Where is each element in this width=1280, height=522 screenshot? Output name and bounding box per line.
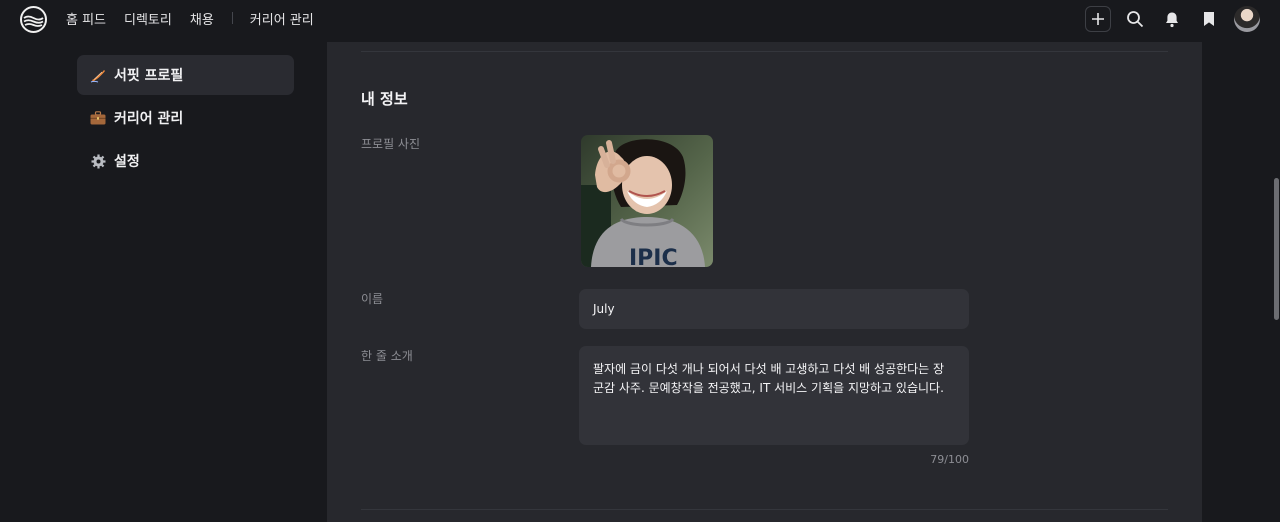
profile-photo[interactable]: IPIC xyxy=(581,135,713,267)
divider xyxy=(361,51,1168,52)
name-label: 이름 xyxy=(361,292,384,306)
divider xyxy=(361,509,1168,510)
search-icon[interactable] xyxy=(1122,6,1148,32)
logo-icon[interactable] xyxy=(20,6,47,33)
main-nav: 홈 피드 디렉토리 채용 커리어 관리 xyxy=(66,0,332,36)
bell-icon[interactable] xyxy=(1159,6,1185,32)
plus-icon[interactable] xyxy=(1085,6,1111,32)
sidebar-item-label: 서핏 프로필 xyxy=(114,68,184,84)
user-avatar[interactable] xyxy=(1234,6,1260,32)
nav-divider xyxy=(231,12,233,24)
settings-sidebar: 서핏 프로필 커리어 관리 설정 xyxy=(77,55,294,184)
sidebar-item-surfit-profile[interactable]: 서핏 프로필 xyxy=(77,55,294,95)
nav-jobs[interactable]: 채용 xyxy=(190,9,214,28)
sidebar-item-career[interactable]: 커리어 관리 xyxy=(77,98,294,138)
photo-label: 프로필 사진 xyxy=(361,137,421,151)
bio-textarea[interactable]: 팔자에 금이 다섯 개나 되어서 다섯 배 고생하고 다섯 배 성공한다는 장군… xyxy=(579,346,969,445)
section-title: 내 정보 xyxy=(361,90,408,108)
top-navigation: 홈 피드 디렉토리 채용 커리어 관리 xyxy=(0,0,1280,42)
sidebar-item-label: 설정 xyxy=(114,154,140,170)
bio-label: 한 줄 소개 xyxy=(361,349,413,363)
top-actions xyxy=(1085,0,1260,38)
bookmark-icon[interactable] xyxy=(1196,6,1222,32)
nav-career[interactable]: 커리어 관리 xyxy=(250,9,314,28)
sidebar-item-settings[interactable]: 설정 xyxy=(77,141,294,181)
gear-icon xyxy=(90,153,106,169)
bio-character-counter: 79/100 xyxy=(930,453,969,466)
sidebar-item-label: 커리어 관리 xyxy=(114,111,184,127)
profile-panel: 내 정보 프로필 사진 IPIC 이름 July 한 줄 소개 팔자에 금이 다… xyxy=(327,42,1202,522)
surf-icon xyxy=(90,67,106,83)
svg-text:IPIC: IPIC xyxy=(629,246,678,267)
briefcase-icon xyxy=(90,110,106,126)
scrollbar-thumb[interactable] xyxy=(1274,178,1279,320)
nav-home-feed[interactable]: 홈 피드 xyxy=(66,9,106,28)
nav-directory[interactable]: 디렉토리 xyxy=(124,9,172,28)
name-field[interactable]: July xyxy=(579,289,969,329)
